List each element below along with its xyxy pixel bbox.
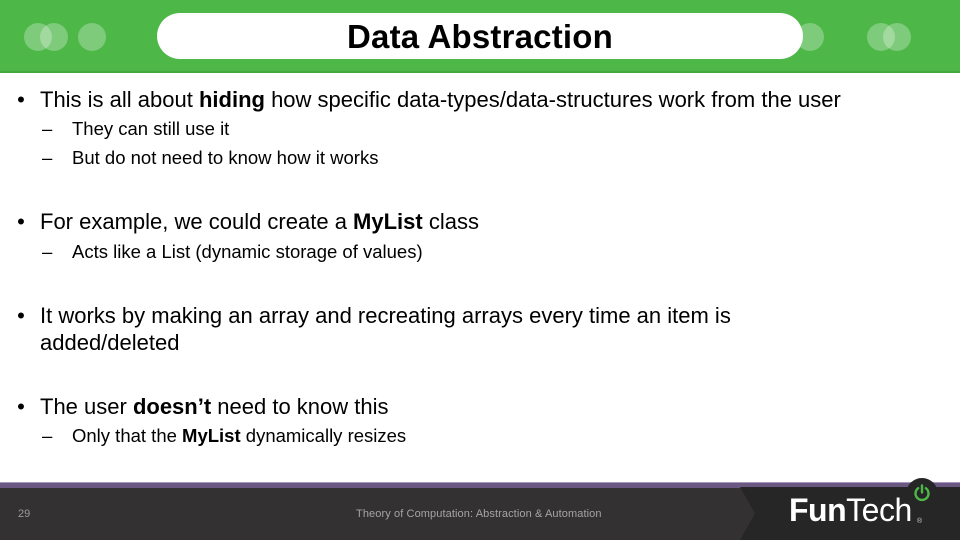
power-icon [914, 484, 930, 502]
logo-tech-text: Tech [846, 492, 912, 528]
bullet-text: need to know this [211, 394, 389, 419]
funtech-logo: FunTech [789, 492, 912, 528]
sub-bullet-text: But do not need to know how it works [72, 147, 379, 168]
sub-bullet-text: dynamically resizes [240, 425, 407, 446]
bullet-text: added/deleted [40, 330, 180, 355]
bullet-text: how specific data-types/data-structures … [264, 87, 841, 112]
bullet-text: class [422, 209, 479, 234]
emphasis-text: MyList [353, 209, 423, 234]
sub-bullet-marker: – [42, 425, 53, 446]
bullet-text: This is all about [40, 87, 199, 112]
bullet-item: • The user doesn’t need to know this [17, 394, 389, 420]
bullet-item: • It works by making an array and recrea… [17, 303, 731, 329]
bullet-marker: • [17, 87, 25, 112]
bullet-item: • For example, we could create a MyList … [17, 209, 479, 235]
bullet-marker: • [17, 209, 25, 234]
decorative-circle [40, 23, 68, 51]
slide-number: 29 [18, 508, 31, 520]
slide-title: Data Abstraction [346, 17, 614, 55]
sub-bullet-item: – But do not need to know how it works [42, 147, 379, 169]
bullet-text: It works by making an array and recreati… [40, 303, 731, 328]
sub-bullet-item: – Only that the MyList dynamically resiz… [42, 425, 407, 447]
bullet-marker: • [17, 394, 25, 419]
sub-bullet-marker: – [42, 147, 53, 168]
decorative-circle [78, 23, 106, 51]
sub-bullet-text: Acts like a List (dynamic storage of val… [72, 241, 423, 262]
sub-bullet-item: – Acts like a List (dynamic storage of v… [42, 241, 423, 263]
registered-mark: ® [917, 518, 923, 525]
footer-text: Theory of Computation: Abstraction & Aut… [356, 508, 602, 520]
bullet-item: • This is all about hiding how specific … [17, 87, 841, 113]
bullet-marker: • [17, 303, 25, 328]
sub-bullet-item: – They can still use it [42, 118, 230, 140]
bullet-text: The user [40, 394, 133, 419]
sub-bullet-marker: – [42, 118, 53, 139]
sub-bullet-text: Only that the [72, 425, 183, 446]
decorative-circle [883, 23, 911, 51]
bullet-text: For example, we could create a [40, 209, 354, 234]
title-pill: Data Abstraction [157, 13, 803, 59]
title-banner: Data Abstraction [0, 0, 960, 73]
emphasis-text: MyList [182, 425, 241, 446]
emphasis-text: hiding [198, 87, 265, 112]
sub-bullet-text: They can still use it [72, 118, 230, 139]
sub-bullet-marker: – [42, 241, 53, 262]
logo-fun-text: Fun [789, 492, 847, 528]
emphasis-text: doesn’t [132, 394, 212, 419]
bullet-continuation: added/deleted [40, 330, 179, 356]
